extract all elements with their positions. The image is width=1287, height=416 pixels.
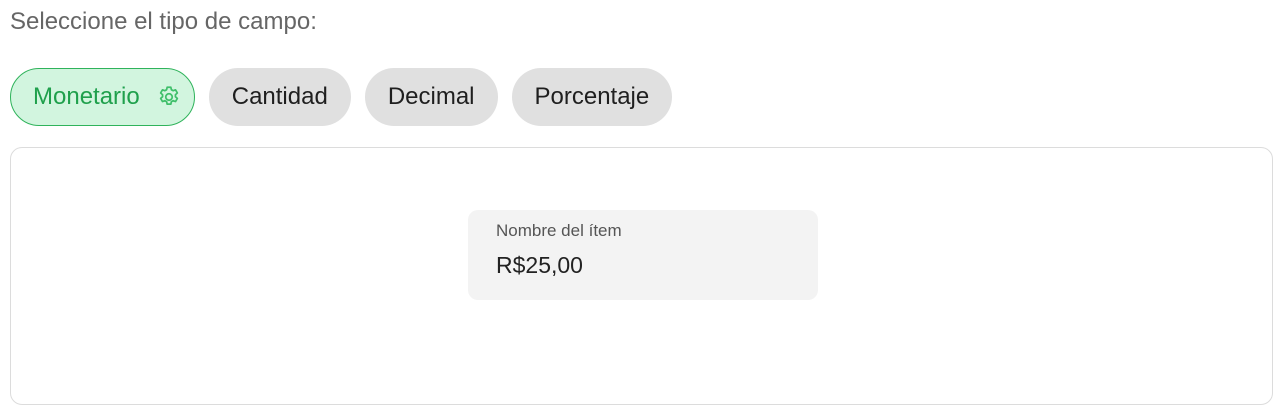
chip-decimal[interactable]: Decimal (364, 68, 498, 126)
preview-field-label: Nombre del ítem (496, 221, 622, 240)
chip-label: Decimal (387, 83, 475, 110)
preview-panel: Nombre del ítem R$25,00 (10, 147, 1273, 405)
preview-field-value: R$25,00 (496, 252, 583, 278)
preview-field[interactable]: Nombre del ítem R$25,00 (468, 210, 818, 300)
gear-icon[interactable] (156, 84, 182, 110)
chip-label: Porcentaje (534, 83, 650, 110)
chip-label: Monetario (33, 83, 140, 110)
chip-cantidad[interactable]: Cantidad (208, 68, 351, 126)
field-type-chip-group: Monetario Cantidad Decimal Porcentaje (10, 68, 673, 126)
field-type-prompt: Seleccione el tipo de campo: (10, 8, 317, 35)
chip-porcentaje[interactable]: Porcentaje (511, 68, 673, 126)
chip-label: Cantidad (231, 83, 328, 110)
chip-monetario[interactable]: Monetario (10, 68, 195, 126)
